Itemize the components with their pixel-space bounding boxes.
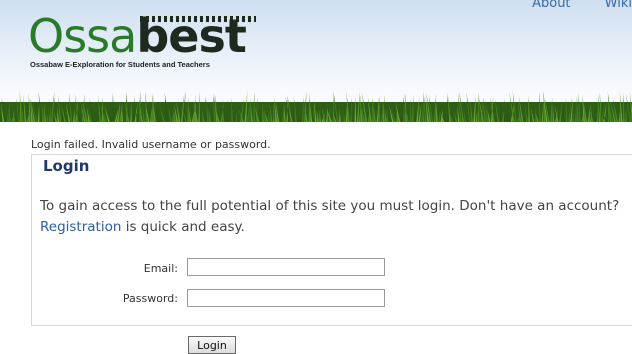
password-label: Password: — [122, 292, 178, 305]
intro-text-end: is quick and easy. — [121, 219, 245, 235]
nav-link-wiki[interactable]: Wiki — [605, 0, 632, 11]
logo-wordmark: Ossabest — [28, 9, 247, 63]
logo-word-light: Ossa — [28, 9, 137, 63]
nav-link-about[interactable]: About — [532, 0, 570, 11]
email-field[interactable] — [187, 258, 385, 276]
login-legend: Login — [40, 157, 93, 175]
error-message: Login failed. Invalid username or passwo… — [31, 138, 271, 151]
logo-tagline: Ossabaw E-Exploration for Students and T… — [30, 60, 210, 69]
grass-banner-image — [0, 90, 632, 122]
site-logo[interactable]: Ossabest Ossabaw E-Exploration for Stude… — [28, 10, 268, 72]
email-label: Email: — [143, 262, 178, 275]
password-field[interactable] — [187, 289, 385, 307]
intro-text-start: To gain access to the full potential of … — [40, 198, 620, 214]
login-intro-text: To gain access to the full potential of … — [40, 196, 625, 238]
login-button[interactable]: Login — [188, 336, 236, 354]
site-header: About Wiki Ossabest Ossabaw E-Exploratio… — [0, 0, 632, 122]
top-nav: About Wiki — [502, 0, 632, 11]
logo-word-dark: best — [136, 9, 246, 63]
registration-link[interactable]: Registration — [40, 219, 121, 235]
